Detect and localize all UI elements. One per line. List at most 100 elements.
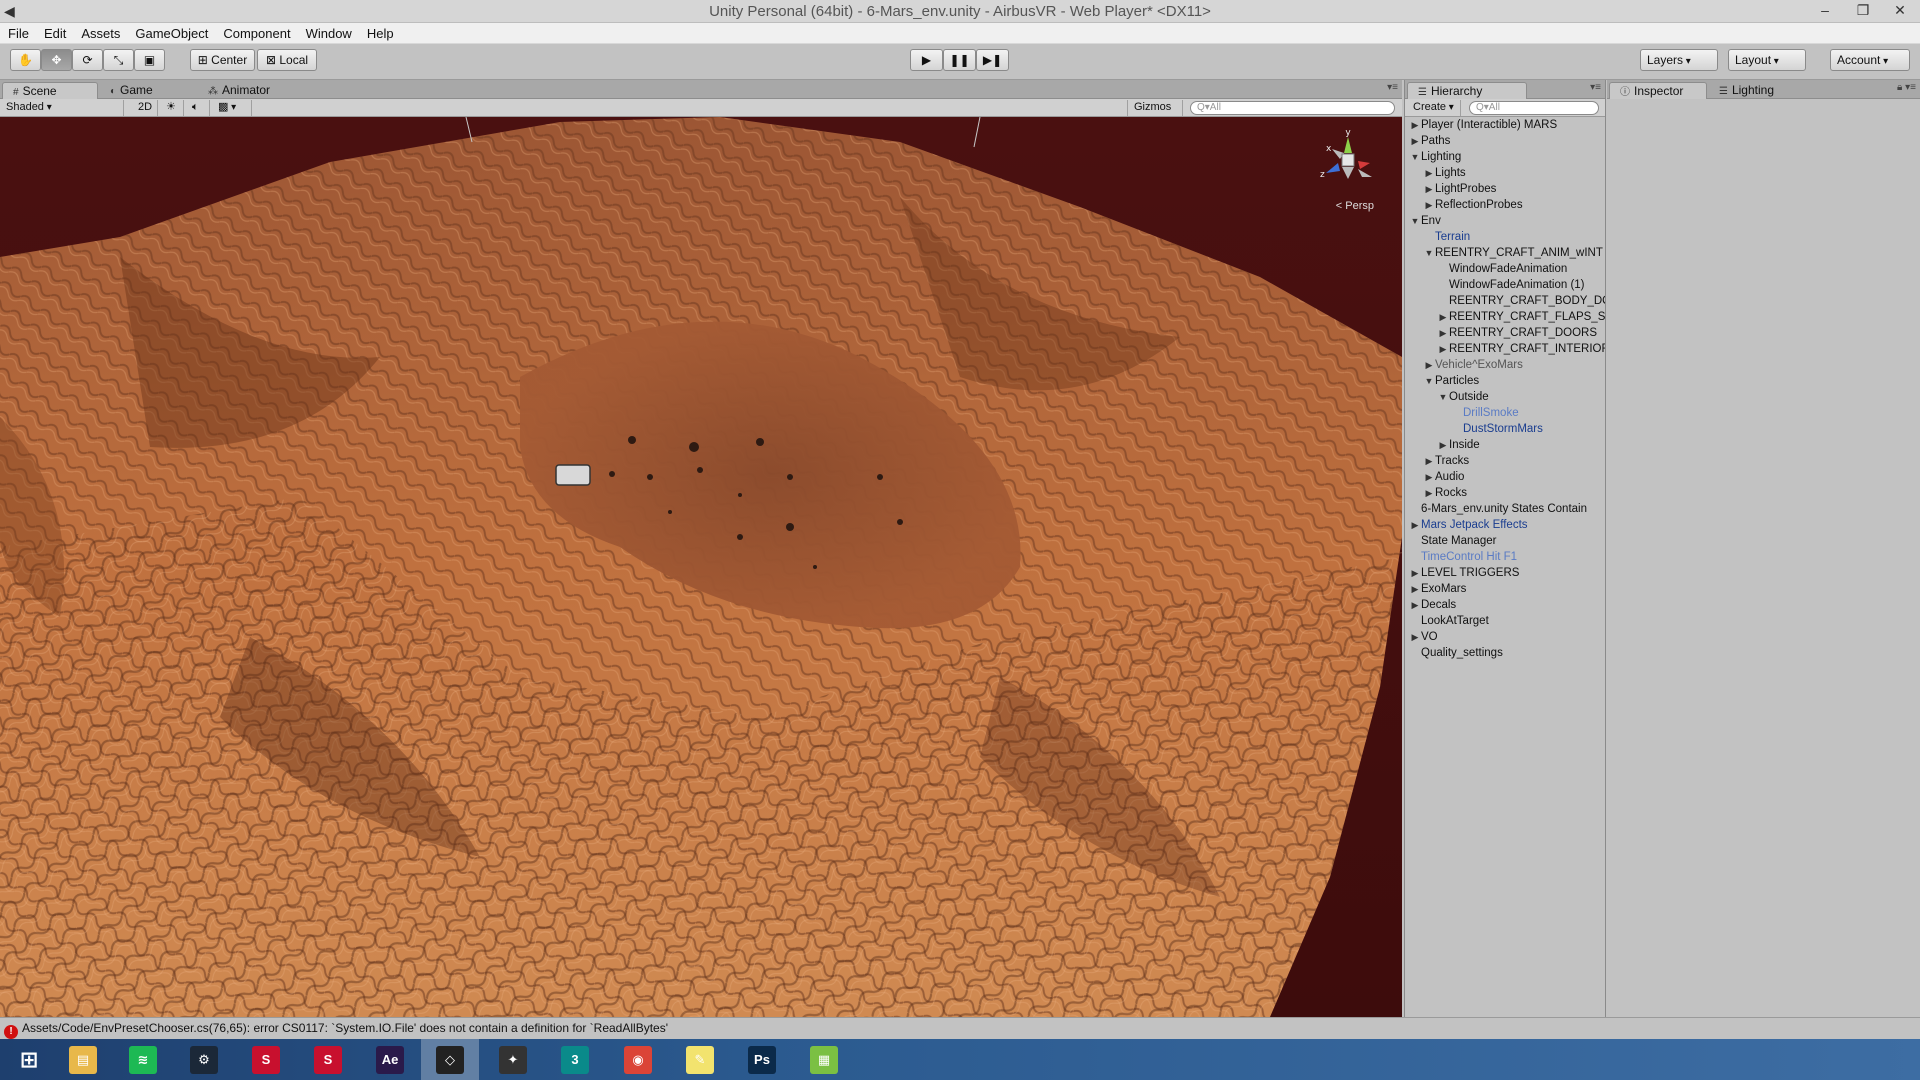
hierarchy-item[interactable]: Terrain	[1405, 229, 1605, 245]
hierarchy-item[interactable]: ▼ Lighting	[1405, 149, 1605, 165]
collapsed-arrow-icon[interactable]: ▶	[1437, 341, 1449, 357]
hierarchy-item[interactable]: ▶ ReflectionProbes	[1405, 197, 1605, 213]
hierarchy-item[interactable]: ▶ Decals	[1405, 597, 1605, 613]
shading-mode-dropdown[interactable]: Shaded	[0, 100, 124, 116]
hierarchy-menu-icon[interactable]: ▾≡	[1590, 82, 1601, 93]
hierarchy-item[interactable]: DustStormMars	[1405, 421, 1605, 437]
taskbar-steam-button[interactable]: ⚙	[175, 1039, 233, 1080]
scene-audio-toggle[interactable]: 🔈︎	[186, 100, 210, 116]
collapsed-arrow-icon[interactable]: ▶	[1423, 485, 1435, 501]
move-tool-button[interactable]: ✥	[41, 49, 72, 71]
hierarchy-item[interactable]: WindowFadeAnimation	[1405, 261, 1605, 277]
mode-2d-toggle[interactable]: 2D	[132, 100, 158, 116]
hierarchy-item[interactable]: ▼ Particles	[1405, 373, 1605, 389]
menu-help[interactable]: Help	[359, 23, 401, 42]
collapsed-arrow-icon[interactable]: ▶	[1423, 469, 1435, 485]
taskbar-photoshop-button[interactable]: Ps	[733, 1039, 791, 1080]
hierarchy-item[interactable]: Quality_settings	[1405, 645, 1605, 661]
tab-game[interactable]: ◐ Game	[100, 82, 163, 99]
orientation-gizmo[interactable]: y x z	[1318, 127, 1378, 207]
hierarchy-item[interactable]: REENTRY_CRAFT_BODY_DO	[1405, 293, 1605, 309]
collapsed-arrow-icon[interactable]: ▶	[1409, 597, 1421, 613]
pivot-center-button[interactable]: ⊞ Center	[190, 49, 255, 71]
hierarchy-item[interactable]: LookAtTarget	[1405, 613, 1605, 629]
expanded-arrow-icon[interactable]: ▼	[1437, 389, 1449, 405]
taskbar-notes-button[interactable]: ✎	[671, 1039, 729, 1080]
play-button[interactable]: ▶	[910, 49, 943, 71]
close-button[interactable]: ✕	[1880, 0, 1920, 22]
tab-inspector[interactable]: ⓘ Inspector	[1609, 82, 1707, 99]
hierarchy-item[interactable]: ▶ ExoMars	[1405, 581, 1605, 597]
hierarchy-item[interactable]: ▶ Vehicle^ExoMars	[1405, 357, 1605, 373]
taskbar-unity-button[interactable]: ◇	[421, 1039, 479, 1080]
taskbar-start-button[interactable]: ⊞	[0, 1039, 58, 1080]
hierarchy-item[interactable]: WindowFadeAnimation (1)	[1405, 277, 1605, 293]
expanded-arrow-icon[interactable]: ▼	[1423, 373, 1435, 389]
hierarchy-item[interactable]: TimeControl Hit F1	[1405, 549, 1605, 565]
tab-hierarchy[interactable]: ☰ Hierarchy	[1407, 82, 1527, 99]
taskbar-sketchup-2-button[interactable]: S	[299, 1039, 357, 1080]
collapsed-arrow-icon[interactable]: ▶	[1423, 165, 1435, 181]
tab-lighting[interactable]: ☰ Lighting	[1709, 82, 1784, 99]
hierarchy-item[interactable]: ▶ Inside	[1405, 437, 1605, 453]
scale-tool-button[interactable]: ⤡	[103, 49, 134, 71]
hierarchy-item[interactable]: ▼ Env	[1405, 213, 1605, 229]
taskbar-sketchup-button[interactable]: S	[237, 1039, 295, 1080]
hierarchy-item[interactable]: ▶ Player (Interactible) MARS	[1405, 117, 1605, 133]
hierarchy-item[interactable]: ▼ REENTRY_CRAFT_ANIM_wINT	[1405, 245, 1605, 261]
collapsed-arrow-icon[interactable]: ▶	[1409, 565, 1421, 581]
account-dropdown[interactable]: Account	[1830, 49, 1910, 71]
taskbar-after-effects-button[interactable]: Ae	[361, 1039, 419, 1080]
collapsed-arrow-icon[interactable]: ▶	[1423, 357, 1435, 373]
maximize-button[interactable]: ❐	[1846, 0, 1880, 22]
gizmos-dropdown[interactable]: Gizmos	[1127, 100, 1183, 116]
tab-animator[interactable]: ⁂ Animator	[198, 82, 280, 99]
taskbar-chart-app-button[interactable]: ▦	[795, 1039, 853, 1080]
collapsed-arrow-icon[interactable]: ▶	[1437, 437, 1449, 453]
expanded-arrow-icon[interactable]: ▼	[1409, 149, 1421, 165]
hierarchy-item[interactable]: ▶ REENTRY_CRAFT_FLAPS_SI	[1405, 309, 1605, 325]
hierarchy-item[interactable]: ▶ Lights	[1405, 165, 1605, 181]
scene-viewport[interactable]: y x z < Persp	[0, 117, 1402, 1017]
collapsed-arrow-icon[interactable]: ▶	[1423, 453, 1435, 469]
hierarchy-item[interactable]: ▶ LightProbes	[1405, 181, 1605, 197]
hierarchy-item[interactable]: ▶ Audio	[1405, 469, 1605, 485]
taskbar-motionbuilder-button[interactable]: ✦	[484, 1039, 542, 1080]
panel-menu-icon[interactable]: ▾≡	[1387, 82, 1398, 93]
hierarchy-item[interactable]: ▼ Outside	[1405, 389, 1605, 405]
pause-button[interactable]: ❚❚	[943, 49, 976, 71]
collapsed-arrow-icon[interactable]: ▶	[1409, 581, 1421, 597]
hierarchy-item[interactable]: DrillSmoke	[1405, 405, 1605, 421]
hierarchy-item[interactable]: 6-Mars_env.unity States Contain	[1405, 501, 1605, 517]
taskbar-spotify-button[interactable]: ≋	[114, 1039, 172, 1080]
inspector-lock-icon[interactable]: 🔒︎ ▾≡	[1897, 82, 1916, 93]
scene-lighting-toggle[interactable]: ☀	[160, 100, 184, 116]
create-dropdown[interactable]: Create	[1407, 100, 1461, 116]
scene-effects-dropdown[interactable]: ▩	[212, 100, 252, 116]
step-button[interactable]: ▶❚	[976, 49, 1009, 71]
expanded-arrow-icon[interactable]: ▼	[1423, 245, 1435, 261]
minimize-button[interactable]: –	[1808, 0, 1842, 22]
tab-scene[interactable]: # Scene	[2, 82, 98, 99]
hierarchy-search-input[interactable]: Q▾All	[1469, 101, 1599, 115]
collapsed-arrow-icon[interactable]: ▶	[1409, 117, 1421, 133]
hierarchy-item[interactable]: State Manager	[1405, 533, 1605, 549]
menu-edit[interactable]: Edit	[36, 23, 73, 42]
collapsed-arrow-icon[interactable]: ▶	[1409, 133, 1421, 149]
collapsed-arrow-icon[interactable]: ▶	[1437, 325, 1449, 341]
hierarchy-item[interactable]: ▶ Paths	[1405, 133, 1605, 149]
persp-label[interactable]: < Persp	[1336, 200, 1374, 212]
collapsed-arrow-icon[interactable]: ▶	[1423, 197, 1435, 213]
hierarchy-item[interactable]: ▶ REENTRY_CRAFT_INTERIOR	[1405, 341, 1605, 357]
collapsed-arrow-icon[interactable]: ▶	[1423, 181, 1435, 197]
layout-dropdown[interactable]: Layout	[1728, 49, 1806, 71]
collapsed-arrow-icon[interactable]: ▶	[1437, 309, 1449, 325]
menu-assets[interactable]: Assets	[73, 23, 127, 42]
collapsed-arrow-icon[interactable]: ▶	[1409, 517, 1421, 533]
hand-tool-button[interactable]: ✋	[10, 49, 41, 71]
status-bar[interactable]: ! Assets/Code/EnvPresetChooser.cs(76,65):…	[0, 1017, 1920, 1039]
hierarchy-item[interactable]: ▶ VO	[1405, 629, 1605, 645]
hierarchy-item[interactable]: ▶ REENTRY_CRAFT_DOORS	[1405, 325, 1605, 341]
hierarchy-item[interactable]: ▶ Mars Jetpack Effects	[1405, 517, 1605, 533]
pivot-local-button[interactable]: ⊠ Local	[257, 49, 317, 71]
